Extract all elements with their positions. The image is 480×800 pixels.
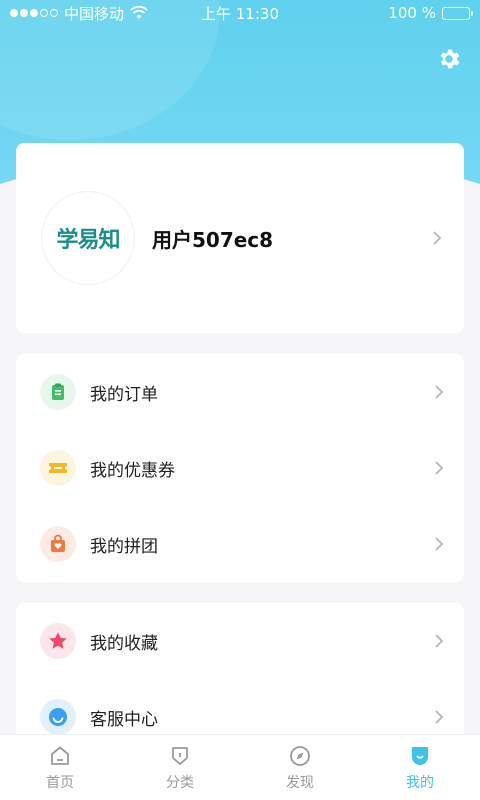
gear-icon	[440, 49, 460, 69]
battery-percent: 100 %	[388, 4, 436, 22]
carrier-label: 中国移动	[64, 4, 125, 23]
menu-label-orders: 我的订单	[90, 384, 158, 405]
tab-label-home: 首页	[46, 774, 74, 791]
menu-label-customer-service: 客服中心	[90, 709, 158, 730]
battery-icon	[442, 6, 473, 20]
profile-card[interactable]: 学易知 用户507ec8	[16, 143, 464, 333]
menu-label-group-buy: 我的拼团	[90, 536, 158, 557]
chevron-right-icon	[435, 537, 444, 551]
status-right: 100 %	[300, 4, 473, 22]
order-icon	[40, 374, 76, 410]
chevron-right-icon	[435, 634, 444, 648]
avatar[interactable]: 学易知	[42, 192, 134, 284]
tab-bar: 首页 分类 发现 我的	[0, 734, 480, 800]
chevron-right-icon	[435, 461, 444, 475]
chevron-right-icon	[435, 385, 444, 399]
wifi-icon	[130, 6, 148, 19]
status-bar: 中国移动 上午 11:30 100 %	[0, 0, 480, 26]
category-icon	[172, 746, 188, 765]
menu-label-coupons: 我的优惠券	[90, 460, 175, 481]
tab-label-profile: 我的	[406, 774, 434, 791]
chevron-right-icon	[435, 710, 444, 724]
tab-label-discover: 发现	[286, 774, 314, 791]
tab-profile[interactable]: 我的	[360, 735, 480, 800]
star-icon	[40, 623, 76, 659]
menu-group-orders: 我的订单 我的优惠券 我的拼团	[16, 354, 464, 582]
status-time: 上午 11:30	[201, 4, 279, 23]
avatar-logo-text: 学易知	[56, 227, 120, 253]
tab-category[interactable]: 分类	[120, 735, 240, 800]
tab-label-category: 分类	[166, 774, 194, 791]
group-buy-icon	[40, 526, 76, 562]
username: 用户507ec8	[152, 227, 274, 252]
menu-item-coupons[interactable]: 我的优惠券	[16, 430, 464, 506]
settings-button[interactable]	[434, 44, 464, 74]
coupon-icon	[40, 450, 76, 486]
menu-item-group-buy[interactable]: 我的拼团	[16, 506, 464, 582]
compass-icon	[290, 745, 310, 766]
home-icon	[51, 746, 69, 765]
signal-icon	[10, 9, 58, 17]
menu-label-favorites: 我的收藏	[90, 633, 158, 654]
profile-icon	[412, 746, 428, 765]
menu-item-favorites[interactable]: 我的收藏	[16, 603, 464, 679]
tab-discover[interactable]: 发现	[240, 735, 360, 800]
customer-service-icon	[40, 699, 76, 735]
tab-home[interactable]: 首页	[0, 735, 120, 800]
chevron-right-icon	[433, 231, 442, 245]
menu-item-orders[interactable]: 我的订单	[16, 354, 464, 430]
status-left: 中国移动	[10, 3, 180, 24]
